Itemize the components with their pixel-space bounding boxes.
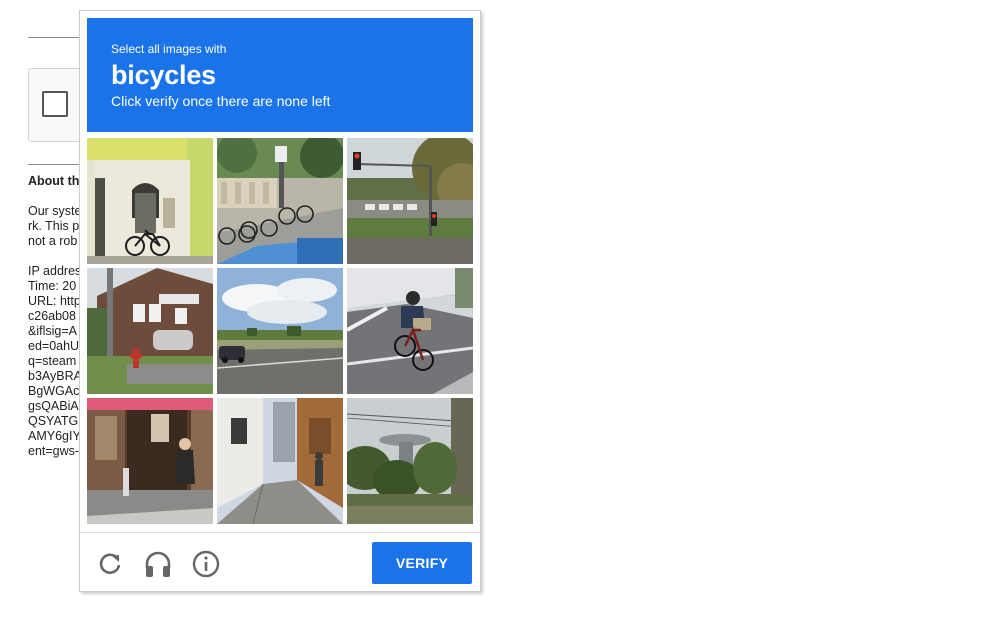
tile-image-brick-building	[87, 268, 213, 394]
info-icon[interactable]	[191, 549, 221, 579]
challenge-footer: VERIFY	[80, 532, 480, 591]
image-tile-9[interactable]	[347, 398, 473, 524]
verify-button[interactable]: VERIFY	[372, 542, 472, 584]
recaptcha-challenge-popup: Select all images with bicycles Click ve…	[79, 10, 481, 592]
image-tile-1[interactable]	[87, 138, 213, 264]
image-tile-4[interactable]	[87, 268, 213, 394]
prompt-subinstruction: Click verify once there are none left	[111, 93, 331, 109]
reload-icon[interactable]	[95, 549, 125, 579]
tile-image-doorway-bicycle	[87, 138, 213, 264]
recaptcha-checkbox[interactable]	[42, 91, 68, 117]
image-tile-2[interactable]	[217, 138, 343, 264]
tile-image-open-road	[217, 268, 343, 394]
tile-image-parked-bicycles	[217, 138, 343, 264]
tile-image-tower-trees	[347, 398, 473, 524]
tile-image-traffic-light	[347, 138, 473, 264]
tile-image-shop-front	[87, 398, 213, 524]
image-tile-3[interactable]	[347, 138, 473, 264]
image-tile-8[interactable]	[217, 398, 343, 524]
tile-image-alley	[217, 398, 343, 524]
tile-image-cyclist	[347, 268, 473, 394]
image-tile-grid	[87, 138, 473, 524]
challenge-prompt-header: Select all images with bicycles Click ve…	[87, 18, 473, 132]
image-tile-5[interactable]	[217, 268, 343, 394]
headphones-icon[interactable]	[143, 549, 173, 579]
image-tile-7[interactable]	[87, 398, 213, 524]
image-tile-6[interactable]	[347, 268, 473, 394]
prompt-keyword: bicycles	[111, 60, 216, 90]
prompt-instruction: Select all images with	[111, 42, 227, 56]
